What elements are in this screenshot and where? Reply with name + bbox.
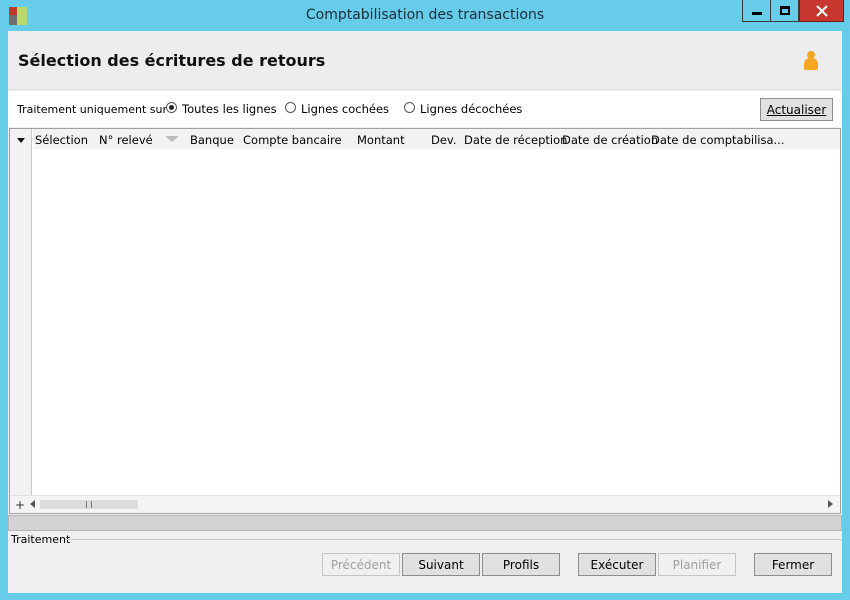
radio-circle: [285, 102, 296, 113]
close-x-icon: [815, 4, 828, 17]
dialog-client-area: Sélection des écritures de retours Trait…: [8, 31, 842, 593]
column-header-row: Sélection N° relevé Banque Compte bancai…: [33, 129, 840, 149]
section-label-processing: Traitement: [11, 533, 71, 546]
column-header-bank[interactable]: Banque: [190, 133, 234, 147]
page-title: Sélection des écritures de retours: [18, 51, 326, 70]
maximize-icon: [779, 6, 790, 15]
filter-row: Traitement uniquement sur : Toutes les l…: [8, 91, 842, 127]
filter-label: Traitement uniquement sur :: [17, 103, 175, 116]
column-header-selection[interactable]: Sélection: [35, 133, 88, 147]
section-divider: [65, 539, 842, 540]
maximize-button[interactable]: [770, 0, 799, 22]
column-header-posting-date[interactable]: Date de comptabilisa...: [651, 133, 784, 147]
radio-circle: [404, 102, 415, 113]
scroll-left-icon[interactable]: [30, 500, 35, 508]
add-row-icon[interactable]: +: [15, 498, 25, 512]
row-header-column: [10, 129, 32, 495]
close-button[interactable]: Fermer: [754, 553, 832, 576]
column-header-creation-date[interactable]: Date de création: [562, 133, 658, 147]
user-icon[interactable]: [803, 51, 818, 71]
column-header-amount[interactable]: Montant: [357, 133, 405, 147]
radio-circle: [166, 102, 177, 113]
next-button[interactable]: Suivant: [402, 553, 480, 576]
profiles-button[interactable]: Profils: [482, 553, 560, 576]
transactions-grid[interactable]: Sélection N° relevé Banque Compte bancai…: [9, 128, 841, 514]
radio-label: Lignes cochées: [301, 102, 390, 116]
radio-label: Lignes décochées: [420, 102, 523, 116]
scroll-right-icon[interactable]: [828, 500, 833, 508]
column-header-bank-account[interactable]: Compte bancaire: [243, 133, 342, 147]
radio-unchecked-lines[interactable]: Lignes décochées: [404, 102, 522, 116]
column-header-reception-date[interactable]: Date de réception: [464, 133, 567, 147]
schedule-button[interactable]: Planifier: [658, 553, 736, 576]
refresh-button[interactable]: Actualiser: [760, 98, 833, 121]
radio-checked-lines[interactable]: Lignes cochées: [285, 102, 389, 116]
execute-button[interactable]: Exécuter: [578, 553, 656, 576]
horizontal-scrollbar[interactable]: +: [10, 495, 840, 513]
column-chooser-icon[interactable]: [17, 138, 25, 143]
window-title: Comptabilisation des transactions: [305, 7, 545, 23]
previous-button[interactable]: Précédent: [322, 553, 400, 576]
scroll-grip-icon: [86, 501, 92, 508]
radio-label: Toutes les lignes: [182, 102, 277, 116]
radio-all-lines[interactable]: Toutes les lignes: [166, 102, 277, 116]
close-window-button[interactable]: [799, 0, 844, 22]
minimize-icon: [751, 12, 762, 15]
refresh-button-label: Actualiser: [766, 102, 827, 117]
column-header-currency[interactable]: Dev.: [431, 133, 457, 147]
application-window: Comptabilisation des transactions Sélect…: [0, 0, 850, 600]
page-header: Sélection des écritures de retours: [8, 31, 842, 90]
column-header-statement-number[interactable]: N° relevé: [99, 133, 153, 147]
title-bar[interactable]: Comptabilisation des transactions: [0, 0, 850, 31]
progress-bar: [8, 515, 842, 531]
minimize-button[interactable]: [742, 0, 770, 22]
sort-desc-icon: [165, 136, 179, 142]
